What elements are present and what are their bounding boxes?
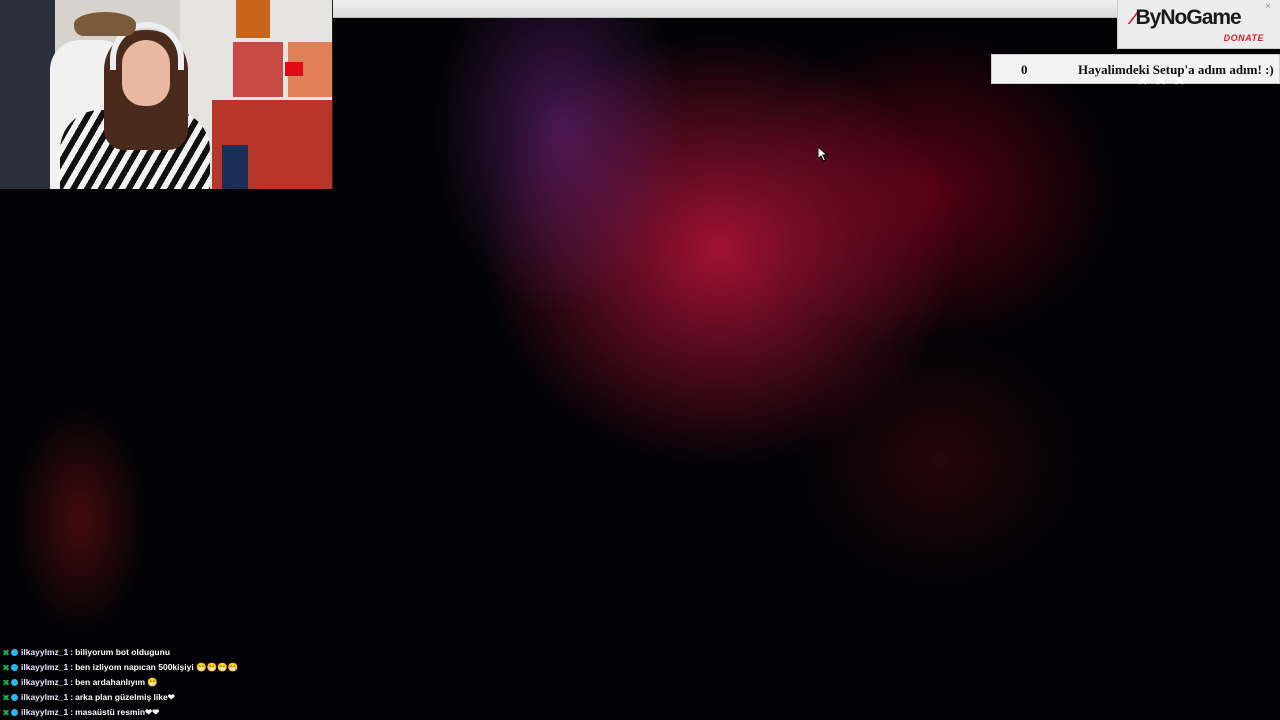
subscriber-badge-icon — [11, 679, 18, 686]
goal-count: 0 — [1021, 62, 1028, 77]
chat-text: ben ardahanlıyım 😁 — [75, 677, 158, 687]
goal-title: Hayalimdeki Setup'a adım adım! :) — [1078, 62, 1274, 77]
subscriber-badge-icon — [11, 694, 18, 701]
webcam-painting-left — [233, 42, 283, 97]
bynogame-mark-icon: ⁄ — [1132, 6, 1135, 29]
moderator-badge-icon — [3, 649, 9, 656]
chat-message: ilkayylmz_1: biliyorum bot oldugunu — [3, 645, 333, 660]
chat-username: ilkayylmz_1 — [21, 692, 69, 702]
chat-text: biliyorum bot oldugunu — [75, 647, 171, 657]
moderator-badge-icon — [3, 694, 9, 701]
moderator-badge-icon — [3, 679, 9, 686]
turkish-flag-icon — [285, 62, 303, 76]
donate-label: DONATE — [1223, 33, 1264, 43]
subscriber-badge-icon — [11, 664, 18, 671]
subscriber-badge-icon — [11, 649, 18, 656]
chat-message: ilkayylmz_1: ben ardahanlıyım 😁 — [3, 675, 333, 690]
chat-text: arka plan güzelmiş like❤ — [75, 692, 175, 702]
close-icon[interactable]: × — [1265, 1, 1271, 12]
chat-overlay: ilkayylmz_1: biliyorum bot oldugunu ilkay… — [3, 645, 333, 720]
chat-username: ilkayylmz_1 — [21, 707, 69, 717]
chat-message: ilkayylmz_1: masaüstü resmin❤❤ — [3, 705, 333, 720]
chat-username: ilkayylmz_1 — [21, 647, 69, 657]
mouse-cursor-icon — [818, 147, 829, 162]
webcam-overlay — [0, 0, 333, 189]
subscriber-badge-icon — [11, 709, 18, 716]
donation-alert-widget[interactable]: ⁄ByNoGame DONATE × — [1117, 0, 1280, 49]
chat-message: ilkayylmz_1: arka plan güzelmiş like❤ — [3, 690, 333, 705]
webcam-painting-top — [236, 0, 270, 38]
webcam-left-shelf — [0, 0, 55, 189]
chat-text: masaüstü resmin❤❤ — [75, 707, 160, 717]
moderator-badge-icon — [3, 709, 9, 716]
webcam-pc-case — [222, 145, 248, 189]
moderator-badge-icon — [3, 664, 9, 671]
chat-username: ilkayylmz_1 — [21, 662, 69, 672]
chat-text: ben izliyom napıcan 500kişiyi 😁😁😁😁 — [75, 662, 239, 672]
brand-name: ByNoGame — [1135, 6, 1242, 29]
chat-username: ilkayylmz_1 — [21, 677, 69, 687]
donation-goal-bar: 0 ★★★ Hayalimdeki Setup'a adım adım! :) — [991, 54, 1280, 88]
bynogame-logo: ⁄ByNoGame — [1132, 6, 1242, 30]
chat-message: ilkayylmz_1: ben izliyom napıcan 500kişiy… — [3, 660, 333, 675]
webcam-hat — [74, 12, 136, 36]
